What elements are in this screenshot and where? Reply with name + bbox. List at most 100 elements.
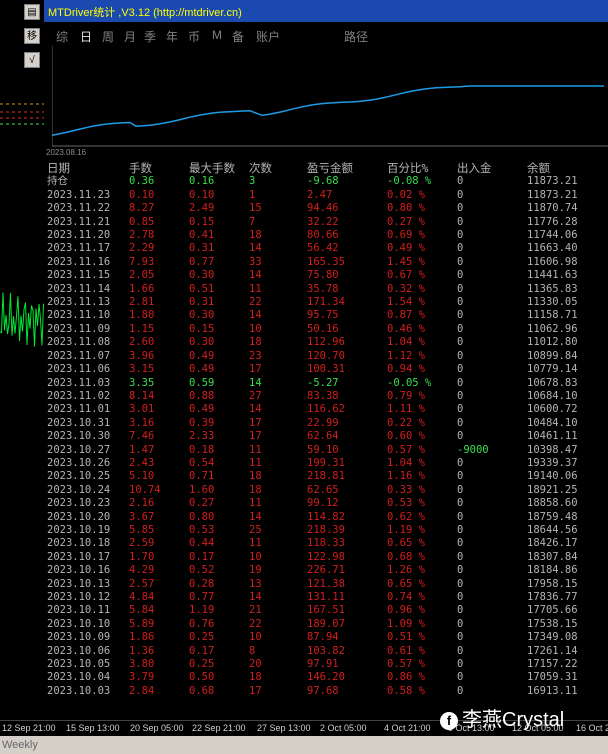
watermark: f 李燕Crystal — [440, 703, 564, 732]
tab-1[interactable]: 日 — [80, 28, 92, 45]
tab-9[interactable]: 账户 — [256, 28, 280, 45]
cell-maxlots: 0.18 — [189, 443, 215, 456]
cell-lots: 8.14 — [129, 389, 155, 402]
cell-flow: 0 — [457, 550, 464, 563]
tab-2[interactable]: 周 — [102, 28, 114, 45]
daily-stats-table: 日期 手数 最大手数 次数 盈亏金额 百分比% 出入金 余额 持仓 0.36 0.16 3 -9.68 -… — [44, 161, 597, 698]
cell-bal: 18759.48 — [527, 510, 578, 523]
cell-lots: 1.36 — [129, 644, 155, 657]
cell-flow: 0 — [457, 215, 464, 228]
cell-date: 2023.10.16 — [47, 564, 111, 577]
cell-flow: 0 — [457, 309, 464, 322]
cell-bal: 17705.66 — [527, 604, 578, 617]
cell-flow: 0 — [457, 363, 464, 376]
cell-pct: -0.08 % — [387, 175, 432, 188]
cell-lots: 1.70 — [129, 550, 155, 563]
table-row: 2023.11.06 3.15 0.49 17 100.31 0.94 % 0 10779.1… — [44, 363, 597, 376]
cell-lots: 2.60 — [129, 336, 155, 349]
cell-maxlots: 0.54 — [189, 456, 215, 469]
cell-date: 2023.11.08 — [47, 336, 111, 349]
tab-0[interactable]: 综 — [56, 28, 68, 45]
cell-pct: 0.22 % — [387, 416, 425, 429]
column-header: 百分比% — [387, 161, 429, 175]
axis-tick-label: 20 Sep 05:00 — [130, 723, 184, 733]
cell-bal: 18184.86 — [527, 564, 578, 577]
table-row: 2023.11.16 7.93 0.77 33 165.35 1.45 % 0 11606.9… — [44, 256, 597, 269]
cell-bal: 17958.15 — [527, 577, 578, 590]
axis-tick-label: 15 Sep 13:00 — [66, 723, 120, 733]
cell-lots: 2.84 — [129, 684, 155, 697]
cell-lots: 0.36 — [129, 175, 155, 188]
cell-maxlots: 0.88 — [189, 389, 215, 402]
cell-lots: 2.81 — [129, 296, 155, 309]
cell-pnl: -5.27 — [307, 376, 339, 389]
cell-count: 27 — [249, 389, 262, 402]
cell-pnl: 114.82 — [307, 510, 345, 523]
cell-pct: 0.79 % — [387, 389, 425, 402]
balance-curve-chart — [52, 46, 608, 147]
cell-flow: 0 — [457, 322, 464, 335]
tab-6[interactable]: 币 — [188, 28, 200, 45]
cell-lots: 1.66 — [129, 282, 155, 295]
cell-pnl: 100.31 — [307, 363, 345, 376]
cell-pct: 1.19 % — [387, 523, 425, 536]
table-row: 2023.10.16 4.29 0.52 19 226.71 1.26 % 0 18184.8… — [44, 564, 597, 577]
table-row: 2023.10.26 2.43 0.54 11 199.31 1.04 % 0 19339.3… — [44, 457, 597, 470]
cell-date: 2023.10.31 — [47, 416, 111, 429]
cell-pct: 0.27 % — [387, 215, 425, 228]
table-row: 2023.10.31 3.16 0.39 17 22.99 0.22 % 0 10484.10 — [44, 417, 597, 430]
cell-flow: 0 — [457, 416, 464, 429]
cell-date: 2023.10.11 — [47, 604, 111, 617]
table-row: 2023.10.09 1.86 0.25 10 87.94 0.51 % 0 17349.08 — [44, 631, 597, 644]
cell-count: 23 — [249, 349, 262, 362]
cell-flow: 0 — [457, 537, 464, 550]
cell-maxlots: 0.71 — [189, 470, 215, 483]
cell-pnl: 87.94 — [307, 631, 339, 644]
cell-count: 18 — [249, 483, 262, 496]
cell-bal: 11012.80 — [527, 336, 578, 349]
cell-lots: 3.16 — [129, 416, 155, 429]
table-row: 2023.11.22 8.27 2.49 15 94.46 0.80 % 0 11870.74 — [44, 202, 597, 215]
cell-pct: 0.94 % — [387, 363, 425, 376]
cell-date: 2023.10.30 — [47, 430, 111, 443]
table-row: 2023.11.21 0.85 0.15 7 32.22 0.27 % 0 11776.28 — [44, 216, 597, 229]
cell-pnl: 35.78 — [307, 282, 339, 295]
cell-lots: 5.89 — [129, 617, 155, 630]
cell-lots: 5.84 — [129, 604, 155, 617]
tab-8[interactable]: 备 — [232, 28, 244, 45]
cell-bal: 10899.84 — [527, 349, 578, 362]
price-chart — [0, 103, 44, 347]
tab-10[interactable]: 路径 — [344, 28, 368, 45]
cell-date: 2023.11.13 — [47, 296, 111, 309]
tab-4[interactable]: 季 — [144, 28, 156, 45]
table-row: 2023.10.06 1.36 0.17 8 103.82 0.61 % 0 17261.14 — [44, 645, 597, 658]
table-row: 2023.10.11 5.84 1.19 21 167.51 0.96 % 0 17705.6… — [44, 604, 597, 617]
cell-date: 2023.11.17 — [47, 242, 111, 255]
cell-date: 2023.11.15 — [47, 269, 111, 282]
cell-count: 14 — [249, 510, 262, 523]
axis-tick-label: 27 Sep 13:00 — [257, 723, 311, 733]
cell-lots: 3.15 — [129, 363, 155, 376]
tab-7[interactable]: M — [212, 28, 222, 42]
cell-flow: 0 — [457, 631, 464, 644]
table-row: 2023.10.24 10.74 1.60 18 62.65 0.33 % 0 18921.2… — [44, 484, 597, 497]
cell-bal: 10779.14 — [527, 363, 578, 376]
timeframe-tab[interactable]: Weekly — [2, 739, 38, 751]
cell-pct: 0.65 % — [387, 537, 425, 550]
cell-flow: 0 — [457, 564, 464, 577]
cell-maxlots: 0.28 — [189, 577, 215, 590]
cell-count: 17 — [249, 430, 262, 443]
cell-maxlots: 0.15 — [189, 215, 215, 228]
cell-count: 10 — [249, 631, 262, 644]
cell-maxlots: 0.49 — [189, 363, 215, 376]
cell-count: 10 — [249, 322, 262, 335]
cell-date: 2023.11.01 — [47, 403, 111, 416]
cell-pnl: 83.38 — [307, 389, 339, 402]
cell-maxlots: 0.17 — [189, 550, 215, 563]
tab-5[interactable]: 年 — [166, 28, 178, 45]
tab-3[interactable]: 月 — [124, 28, 136, 45]
cell-maxlots: 0.17 — [189, 644, 215, 657]
cell-lots: 0.85 — [129, 215, 155, 228]
cell-count: 17 — [249, 363, 262, 376]
cell-pnl: -9.68 — [307, 175, 339, 188]
